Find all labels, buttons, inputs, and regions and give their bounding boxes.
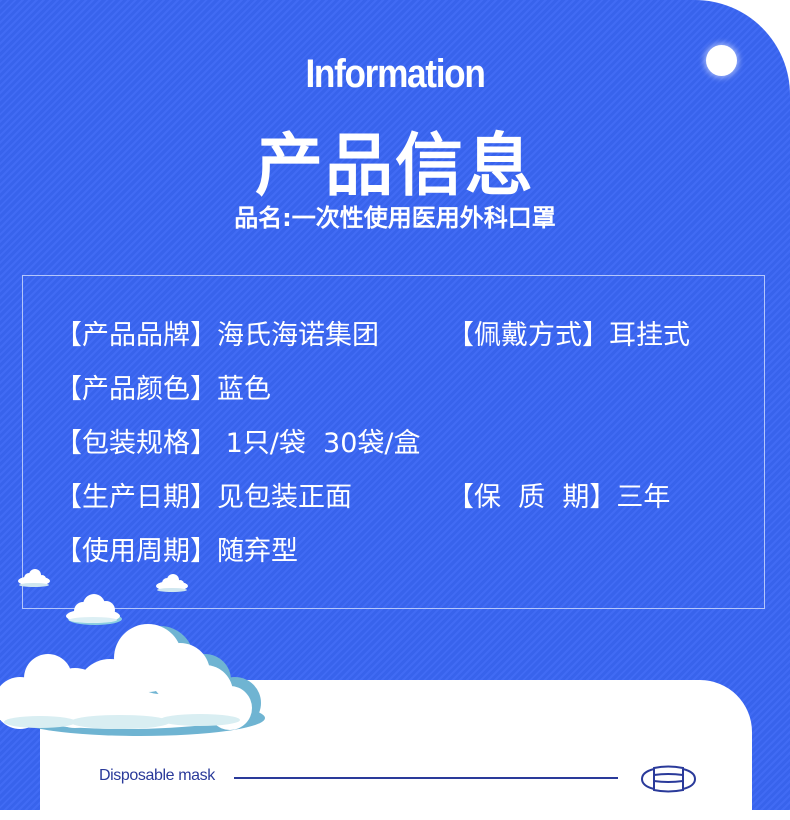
info-row-color: 【产品颜色】蓝色: [55, 373, 271, 407]
cloud-icon: [18, 569, 50, 587]
info-value: 三年: [616, 482, 671, 513]
divider-line: [234, 777, 618, 779]
info-label: 【生产日期】: [55, 482, 217, 513]
info-label: 【佩戴方式】: [447, 320, 609, 351]
large-cloud-illustration: [0, 624, 265, 736]
info-value: 随弃型: [217, 536, 298, 567]
info-label: 【保 质 期】: [447, 482, 617, 513]
cloud-icon: [156, 574, 188, 592]
info-row-shelf-life: 【保 质 期】三年: [447, 481, 670, 515]
info-label: 【产品品牌】: [55, 320, 217, 351]
info-row-packaging: 【包装规格】 1只/袋 30袋/盒: [55, 427, 420, 461]
info-value: 见包装正面: [217, 482, 352, 513]
info-label: 【包装规格】: [55, 428, 217, 459]
title-chinese: 产品信息: [254, 127, 535, 206]
info-row-brand: 【产品品牌】海氏海诺集团: [55, 319, 379, 353]
title-english: Information: [305, 52, 485, 96]
info-row-production-date: 【生产日期】见包装正面: [55, 481, 352, 515]
info-value: 耳挂式: [609, 320, 690, 351]
info-value: 1只/袋 30袋/盒: [217, 428, 421, 459]
info-value: 海氏海诺集团: [217, 320, 379, 351]
info-value: 蓝色: [217, 374, 271, 405]
product-name: 品名:一次性使用医用外科口罩: [234, 204, 556, 232]
info-label: 【产品颜色】: [55, 374, 217, 405]
info-row-wearing-method: 【佩戴方式】耳挂式: [447, 319, 690, 353]
info-label: 【使用周期】: [55, 536, 217, 567]
mask-icon: [640, 765, 697, 793]
card-label: Disposable mask: [99, 767, 215, 784]
info-row-usage-cycle: 【使用周期】随弃型: [55, 535, 298, 569]
